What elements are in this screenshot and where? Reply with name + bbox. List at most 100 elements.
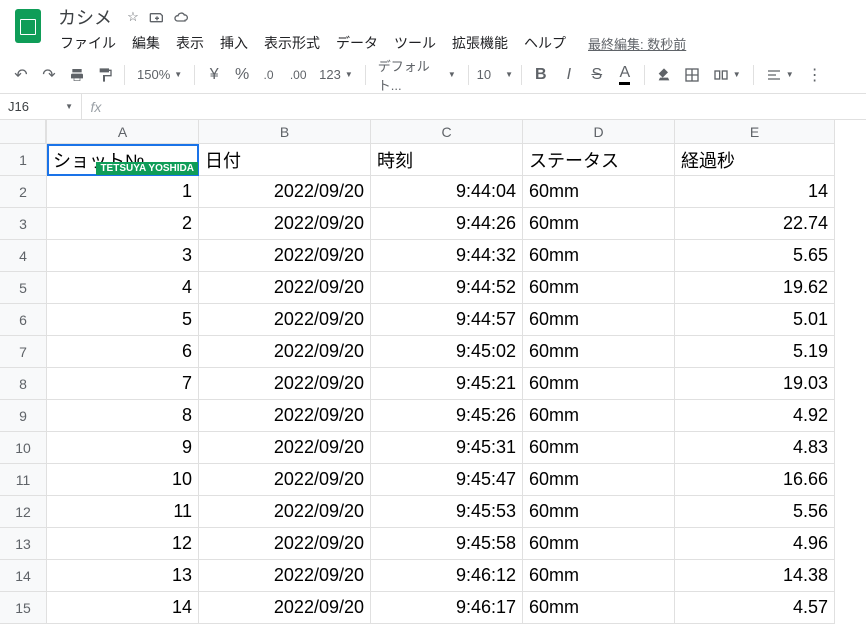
cell-C4[interactable]: 9:44:32 (371, 240, 523, 272)
cell-D7[interactable]: 60mm (523, 336, 675, 368)
cell-B8[interactable]: 2022/09/20 (199, 368, 371, 400)
menu-編集[interactable]: 編集 (124, 29, 168, 57)
formula-bar[interactable] (110, 94, 866, 119)
cell-B15[interactable]: 2022/09/20 (199, 592, 371, 624)
col-head-D[interactable]: D (523, 120, 675, 144)
more-formats-dropdown[interactable]: 123▼ (313, 62, 359, 88)
row-head-5[interactable]: 5 (0, 272, 46, 304)
cell-B4[interactable]: 2022/09/20 (199, 240, 371, 272)
menu-ツール[interactable]: ツール (386, 29, 444, 57)
row-head-11[interactable]: 11 (0, 464, 46, 496)
cell-B5[interactable]: 2022/09/20 (199, 272, 371, 304)
text-color-button[interactable]: A (612, 62, 638, 88)
col-head-E[interactable]: E (675, 120, 835, 144)
row-head-10[interactable]: 10 (0, 432, 46, 464)
cell-E13[interactable]: 4.96 (675, 528, 835, 560)
cell-A9[interactable]: 8 (47, 400, 199, 432)
menu-表示[interactable]: 表示 (168, 29, 212, 57)
increase-decimal-button[interactable]: .00 (285, 62, 311, 88)
row-head-8[interactable]: 8 (0, 368, 46, 400)
font-dropdown[interactable]: デフォルト...▼ (372, 62, 462, 88)
row-head-1[interactable]: 1 (0, 144, 46, 176)
row-head-2[interactable]: 2 (0, 176, 46, 208)
more-toolbar-button[interactable]: ⋮ (802, 62, 828, 88)
row-head-3[interactable]: 3 (0, 208, 46, 240)
cell-E6[interactable]: 5.01 (675, 304, 835, 336)
sheets-logo[interactable] (8, 6, 48, 46)
cell-C3[interactable]: 9:44:26 (371, 208, 523, 240)
cell-C1[interactable]: 時刻 (371, 144, 523, 176)
cell-B11[interactable]: 2022/09/20 (199, 464, 371, 496)
col-head-B[interactable]: B (199, 120, 371, 144)
cell-B14[interactable]: 2022/09/20 (199, 560, 371, 592)
cell-C15[interactable]: 9:46:17 (371, 592, 523, 624)
cell-B10[interactable]: 2022/09/20 (199, 432, 371, 464)
italic-button[interactable]: I (556, 62, 582, 88)
cell-D1[interactable]: ステータス (523, 144, 675, 176)
cell-B1[interactable]: 日付 (199, 144, 371, 176)
name-box[interactable]: J16▼ (0, 94, 82, 119)
cell-B7[interactable]: 2022/09/20 (199, 336, 371, 368)
cell-C14[interactable]: 9:46:12 (371, 560, 523, 592)
menu-データ[interactable]: データ (328, 29, 386, 57)
cell-E9[interactable]: 4.92 (675, 400, 835, 432)
menu-拡張機能[interactable]: 拡張機能 (444, 29, 516, 57)
cell-A15[interactable]: 14 (47, 592, 199, 624)
cell-B3[interactable]: 2022/09/20 (199, 208, 371, 240)
cell-B12[interactable]: 2022/09/20 (199, 496, 371, 528)
cell-C8[interactable]: 9:45:21 (371, 368, 523, 400)
cell-D6[interactable]: 60mm (523, 304, 675, 336)
row-head-6[interactable]: 6 (0, 304, 46, 336)
merge-cells-dropdown[interactable]: ▼ (707, 62, 747, 88)
cell-E3[interactable]: 22.74 (675, 208, 835, 240)
menu-表示形式[interactable]: 表示形式 (256, 29, 328, 57)
zoom-dropdown[interactable]: 150%▼ (131, 62, 188, 88)
cell-E10[interactable]: 4.83 (675, 432, 835, 464)
paint-format-button[interactable] (92, 62, 118, 88)
row-head-15[interactable]: 15 (0, 592, 46, 624)
cell-D10[interactable]: 60mm (523, 432, 675, 464)
col-head-C[interactable]: C (371, 120, 523, 144)
row-head-9[interactable]: 9 (0, 400, 46, 432)
star-icon[interactable]: ☆ (124, 8, 142, 26)
cell-E7[interactable]: 5.19 (675, 336, 835, 368)
cell-D11[interactable]: 60mm (523, 464, 675, 496)
cell-E2[interactable]: 14 (675, 176, 835, 208)
menu-ファイル[interactable]: ファイル (52, 29, 124, 57)
strikethrough-button[interactable]: S (584, 62, 610, 88)
redo-button[interactable]: ↷ (36, 62, 62, 88)
cell-B6[interactable]: 2022/09/20 (199, 304, 371, 336)
cell-A2[interactable]: 1 (47, 176, 199, 208)
cell-A13[interactable]: 12 (47, 528, 199, 560)
cell-A11[interactable]: 10 (47, 464, 199, 496)
menu-挿入[interactable]: 挿入 (212, 29, 256, 57)
select-all-corner[interactable] (0, 120, 46, 144)
cell-C11[interactable]: 9:45:47 (371, 464, 523, 496)
cell-A8[interactable]: 7 (47, 368, 199, 400)
move-icon[interactable] (148, 8, 166, 26)
cell-C12[interactable]: 9:45:53 (371, 496, 523, 528)
cell-B9[interactable]: 2022/09/20 (199, 400, 371, 432)
row-head-4[interactable]: 4 (0, 240, 46, 272)
align-dropdown[interactable]: ▼ (760, 62, 800, 88)
cell-E1[interactable]: 経過秒 (675, 144, 835, 176)
print-button[interactable] (64, 62, 90, 88)
cell-A1[interactable]: ショット№TETSUYA YOSHIDA (47, 144, 199, 176)
cell-A7[interactable]: 6 (47, 336, 199, 368)
cell-E12[interactable]: 5.56 (675, 496, 835, 528)
cell-C2[interactable]: 9:44:04 (371, 176, 523, 208)
cell-D2[interactable]: 60mm (523, 176, 675, 208)
row-head-7[interactable]: 7 (0, 336, 46, 368)
cell-E15[interactable]: 4.57 (675, 592, 835, 624)
cell-A4[interactable]: 3 (47, 240, 199, 272)
cloud-status-icon[interactable] (172, 8, 190, 26)
cell-B13[interactable]: 2022/09/20 (199, 528, 371, 560)
cell-E5[interactable]: 19.62 (675, 272, 835, 304)
cell-C7[interactable]: 9:45:02 (371, 336, 523, 368)
cell-E11[interactable]: 16.66 (675, 464, 835, 496)
cell-C5[interactable]: 9:44:52 (371, 272, 523, 304)
cell-B2[interactable]: 2022/09/20 (199, 176, 371, 208)
cell-D3[interactable]: 60mm (523, 208, 675, 240)
fill-color-button[interactable] (651, 62, 677, 88)
row-head-14[interactable]: 14 (0, 560, 46, 592)
